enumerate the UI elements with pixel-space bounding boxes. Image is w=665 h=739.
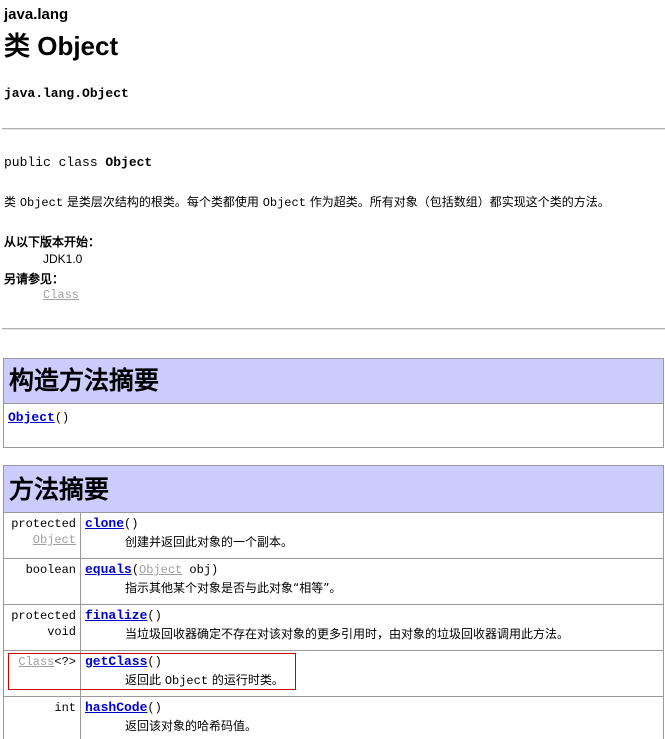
desc-part: 是类层次结构的根类。每个类都使用 xyxy=(63,195,263,209)
desc-part: 作为超类。所有对象（包括数组）都实现这个类的方法。 xyxy=(305,195,610,209)
desc-code: Object xyxy=(262,196,306,210)
table-row: int hashCode() 返回该对象的哈希码值。 xyxy=(3,696,664,739)
constructor-row: Object() xyxy=(4,404,663,425)
method-description: 指示其他某个对象是否与此对象“相等”。 xyxy=(125,581,342,595)
method-cell: equals(Object obj) 指示其他某个对象是否与此对象“相等”。 xyxy=(80,558,664,605)
method-link-hashcode[interactable]: hashCode xyxy=(85,700,147,715)
see-also-heading: 另请参见： xyxy=(4,272,65,286)
method-params: () xyxy=(147,701,162,715)
return-type: void xyxy=(47,625,76,639)
desc-part: 类 xyxy=(4,195,20,209)
method-description: 当垃圾回收器确定不存在对该对象的更多引用时，由对象的垃圾回收器调用此方法。 xyxy=(125,627,570,641)
method-description: 返回该对象的哈希码值。 xyxy=(125,719,258,733)
table-row: protected Object clone() 创建并返回此对象的一个副本。 xyxy=(3,512,664,559)
highlight-box xyxy=(8,653,296,690)
method-cell: clone() 创建并返回此对象的一个副本。 xyxy=(80,512,664,559)
divider xyxy=(2,328,665,330)
modifier: boolean xyxy=(25,563,76,577)
method-cell: hashCode() 返回该对象的哈希码值。 xyxy=(80,696,664,739)
modifier: protected xyxy=(11,609,76,623)
modifier-cell: protected void xyxy=(3,604,81,651)
method-summary-table: protected Object clone() 创建并返回此对象的一个副本。 bo… xyxy=(3,512,664,739)
method-cell: finalize() 当垃圾回收器确定不存在对该对象的更多引用时，由对象的垃圾回收… xyxy=(80,604,664,651)
modifier: protected xyxy=(11,517,76,531)
method-params: () xyxy=(147,609,162,623)
declaration-prefix: public class xyxy=(4,155,106,170)
constructor-summary-heading: 构造方法摘要 xyxy=(3,358,664,404)
method-summary-heading: 方法摘要 xyxy=(3,465,664,513)
method-link-finalize[interactable]: finalize xyxy=(85,608,147,623)
page-title: 类 Object xyxy=(4,31,119,61)
method-link-equals[interactable]: equals xyxy=(85,562,132,577)
modifier: int xyxy=(54,701,76,715)
method-description: 创建并返回此对象的一个副本。 xyxy=(125,535,294,549)
since-value: JDK1.0 xyxy=(43,252,83,266)
class-description: 类 Object 是类层次结构的根类。每个类都使用 Object 作为超类。所有… xyxy=(4,193,610,210)
since-heading: 从以下版本开始： xyxy=(4,235,101,249)
method-link-clone[interactable]: clone xyxy=(85,516,124,531)
method-params-rest: obj) xyxy=(182,563,219,577)
class-declaration: public class Object xyxy=(4,155,152,170)
table-row: boolean equals(Object obj) 指示其他某个对象是否与此对象… xyxy=(3,558,664,605)
constructor-link-object[interactable]: Object xyxy=(8,410,55,425)
modifier-cell: int xyxy=(3,696,81,739)
method-params-open: ( xyxy=(131,563,140,577)
return-type-link-object[interactable]: Object xyxy=(33,533,76,547)
package-name: java.lang xyxy=(4,6,69,23)
constructor-summary-box: Object() xyxy=(3,404,664,448)
class-hierarchy: java.lang.Object xyxy=(4,86,129,101)
see-also-link-class[interactable]: Class xyxy=(43,288,79,302)
divider xyxy=(2,128,665,130)
constructor-params: () xyxy=(54,411,70,425)
desc-code: Object xyxy=(19,196,64,210)
modifier-cell: protected Object xyxy=(3,512,81,559)
modifier-cell: boolean xyxy=(3,558,81,605)
table-row: protected void finalize() 当垃圾回收器确定不存在对该对象的… xyxy=(3,604,664,651)
method-params: () xyxy=(124,517,139,531)
declaration-name: Object xyxy=(105,155,153,170)
param-type-link-object[interactable]: Object xyxy=(139,563,182,577)
